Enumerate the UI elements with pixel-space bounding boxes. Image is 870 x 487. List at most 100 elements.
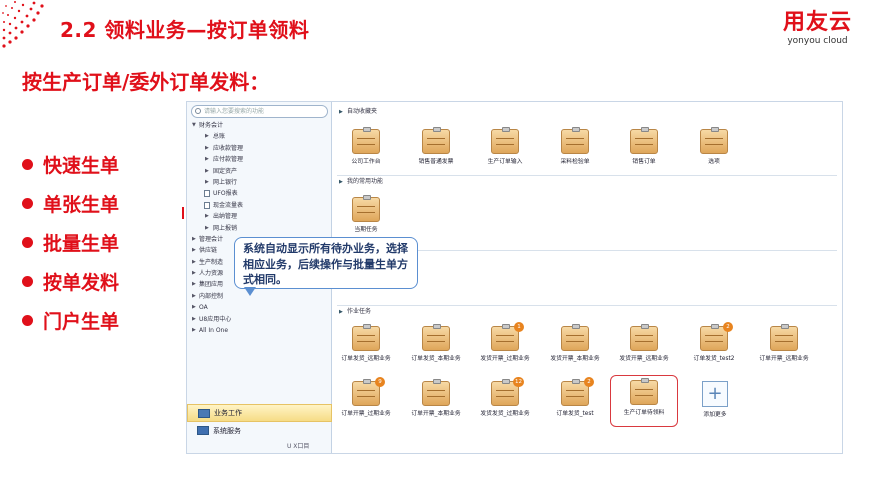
tree-item-label: 现金流量表 <box>213 201 244 209</box>
clipboard-icon <box>770 324 798 351</box>
function-tile[interactable]: 选项 <box>683 127 745 166</box>
tree-item[interactable]: ▶ OA <box>191 302 331 313</box>
tree-item-label: 应付款管理 <box>213 156 244 164</box>
bullet-text: 快速生单 <box>43 155 120 177</box>
collapsed-arrow-icon: ▶ <box>192 247 196 254</box>
bullet-text: 批量生单 <box>43 233 120 255</box>
collapsed-arrow-icon: ▶ <box>192 304 196 311</box>
tile-label: 当期任务 <box>354 227 378 233</box>
function-tile[interactable]: 发货开票_本期业务 <box>544 324 606 363</box>
nav-system-label: 系统服务 <box>213 427 241 435</box>
bullet-dot-icon <box>22 315 33 326</box>
clipboard-icon <box>422 379 450 406</box>
clipboard-icon <box>352 127 380 154</box>
function-tile[interactable]: 当期任务 <box>335 195 397 234</box>
clipboard-icon <box>491 127 519 154</box>
corner-dots-decoration <box>2 1 44 48</box>
tasks-title[interactable]: ▶ 作业任务 <box>337 306 837 318</box>
function-tile[interactable]: 12 发货发货_过期业务 <box>474 377 536 418</box>
function-tile[interactable]: 2 订单发货_test <box>544 377 606 418</box>
tree-item-label: 出纳管理 <box>213 213 238 221</box>
tree-item[interactable]: UFO报表 <box>191 188 331 199</box>
add-more-label: 添加更多 <box>703 412 727 418</box>
function-tile[interactable]: 发货开票_远期业务 <box>613 324 675 363</box>
tree-item[interactable]: ▶ 总账 <box>191 131 331 142</box>
count-badge: 2 <box>723 322 733 332</box>
clipboard-icon <box>352 195 380 222</box>
favorites-title[interactable]: ▶ 自动收藏夹 <box>337 106 837 118</box>
common-title[interactable]: ▶ 我的常用功能 <box>337 176 837 188</box>
tree-item[interactable]: ▶ 内部控制 <box>191 291 331 302</box>
business-work-icon <box>198 409 210 418</box>
function-tile[interactable]: 生产订单输入 <box>474 127 536 166</box>
clipboard-icon <box>561 324 589 351</box>
collapsed-arrow-icon: ▶ <box>205 213 209 220</box>
function-tile[interactable]: 订单发货_本期业务 <box>405 324 467 363</box>
function-tree: ▼ 财务会计 ▶ 总账 ▶ 应收款管理 ▶ 应付款管理 ▶ 固定资产 ▶ 网上银行 UFO报表 现金流量表… <box>191 120 331 336</box>
bullet-dot-icon <box>22 237 33 248</box>
add-more-button[interactable]: + 添加更多 <box>684 381 746 419</box>
tree-item[interactable]: ▶ 网上报销 <box>191 223 331 234</box>
nav-business-label: 业务工作 <box>214 409 242 417</box>
tree-item[interactable]: ▶ 网上银行 <box>191 177 331 188</box>
function-tile[interactable]: 2 订单发货_test2 <box>683 322 745 363</box>
function-tile[interactable]: 采料检验单 <box>544 127 606 166</box>
tree-item-label: 供应链 <box>199 247 218 255</box>
collapsed-arrow-icon: ▶ <box>192 327 196 334</box>
expand-arrow-icon: ▶ <box>339 309 343 315</box>
clipboard-icon <box>561 127 589 154</box>
tile-label: 发货发货_过期业务 <box>480 411 530 417</box>
clipboard-icon <box>630 127 658 154</box>
function-tile[interactable]: 销售普通发票 <box>405 127 467 166</box>
bullet-item: 单张生单 <box>22 184 119 223</box>
tree-item[interactable]: ▶ 出纳管理 <box>191 211 331 222</box>
brand-logo: 用友云 yonyou cloud <box>783 10 852 46</box>
function-tile[interactable]: 订单开票_远期业务 <box>753 324 815 363</box>
bullet-item: 门户生单 <box>22 301 119 340</box>
collapsed-arrow-icon: ▶ <box>192 258 196 265</box>
favorites-section: ▶ 自动收藏夹 <box>337 106 837 118</box>
tree-item[interactable]: ▼ 财务会计 <box>191 120 331 131</box>
tile-label: 订单开票_过期业务 <box>341 411 391 417</box>
tree-item[interactable]: ▶ 固定资产 <box>191 166 331 177</box>
slide-subtitle: 按生产订单/委外订单发料： <box>22 70 270 94</box>
bullet-text: 单张生单 <box>43 194 120 216</box>
function-tile[interactable]: 生产订单待领料 <box>610 375 678 427</box>
clipboard-icon <box>422 127 450 154</box>
function-tile[interactable]: 销售订单 <box>613 127 675 166</box>
nav-system-service[interactable]: 系统服务 <box>187 422 332 440</box>
function-tile[interactable]: 订单开票_本期业务 <box>405 379 467 418</box>
collapsed-arrow-icon: ▶ <box>205 144 209 151</box>
tree-item-label: 管理会计 <box>199 235 224 243</box>
tree-item-label: UFO报表 <box>213 190 238 198</box>
tile-label: 销售普通发票 <box>418 159 454 165</box>
count-badge: 2 <box>584 377 594 387</box>
function-tile[interactable]: 公司工作台 <box>335 127 397 166</box>
tree-item[interactable]: ▶ 应付款管理 <box>191 154 331 165</box>
nav-business-work[interactable]: 业务工作 <box>187 404 332 422</box>
clipboard-icon <box>422 324 450 351</box>
function-tile[interactable]: 订单发货_远期业务 <box>335 324 397 363</box>
tile-label: 生产订单输入 <box>487 159 523 165</box>
brand-name-cn: 用友云 <box>782 10 852 35</box>
tile-label: 选项 <box>708 159 720 165</box>
search-input[interactable]: 请输入您要搜索的功能 <box>191 105 328 118</box>
bullet-list: 快速生单 单张生单 批量生单 按单发料 门户生单 <box>22 145 119 340</box>
function-tile[interactable]: 1 发货开票_过期业务 <box>474 322 536 363</box>
tile-label: 订单发货_test <box>556 411 594 417</box>
bullet-dot-icon <box>22 276 33 287</box>
search-placeholder: 请输入您要搜索的功能 <box>204 108 265 115</box>
tree-item[interactable]: ▶ All In One <box>191 325 331 336</box>
tree-item[interactable]: ▶ 应收款管理 <box>191 143 331 154</box>
clipboard-icon <box>700 127 728 154</box>
tree-item[interactable]: ▶ U8应用中心 <box>191 314 331 325</box>
function-tile[interactable]: 9 订单开票_过期业务 <box>335 377 397 418</box>
tree-item-label: 应收款管理 <box>213 144 244 152</box>
tile-label: 发货开票_远期业务 <box>619 356 669 362</box>
slide-title: 2.2 领料业务—按订单领料 <box>60 18 310 42</box>
tile-label: 发货开票_本期业务 <box>550 356 600 362</box>
collapsed-arrow-icon: ▶ <box>192 315 196 322</box>
clipboard-icon <box>352 324 380 351</box>
tree-item-label: U8应用中心 <box>199 315 232 323</box>
tree-item[interactable]: 现金流量表 <box>191 200 331 211</box>
